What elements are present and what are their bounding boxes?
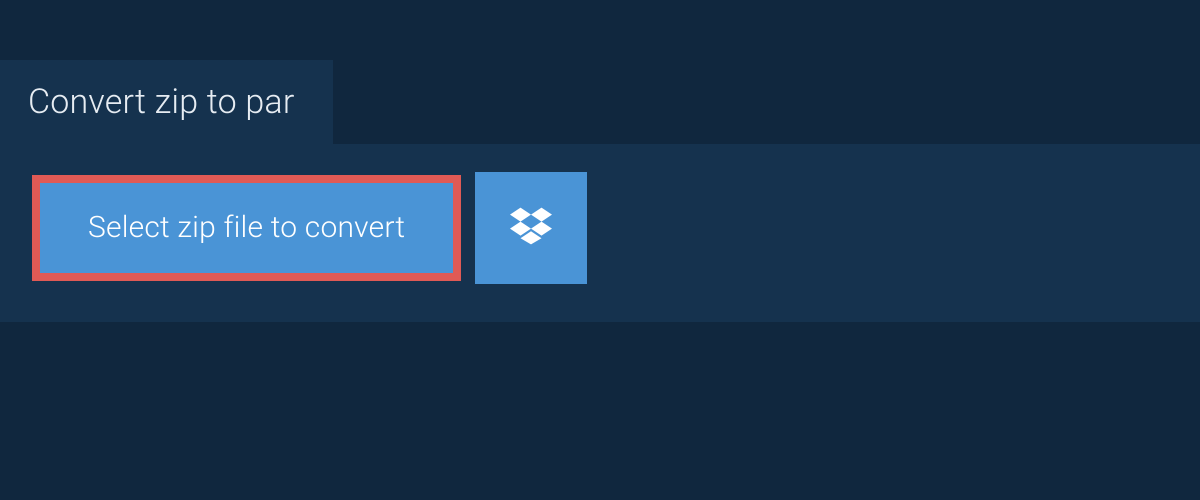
upload-panel: Select zip file to convert: [0, 144, 1200, 322]
tab-convert[interactable]: Convert zip to par: [0, 60, 333, 144]
tab-label: Convert zip to par: [28, 82, 295, 122]
dropbox-icon: [510, 207, 552, 249]
tab-bar: Convert zip to par: [0, 0, 1200, 144]
dropbox-button[interactable]: [475, 172, 587, 284]
select-file-button[interactable]: Select zip file to convert: [32, 175, 461, 281]
select-file-button-label: Select zip file to convert: [88, 210, 405, 245]
